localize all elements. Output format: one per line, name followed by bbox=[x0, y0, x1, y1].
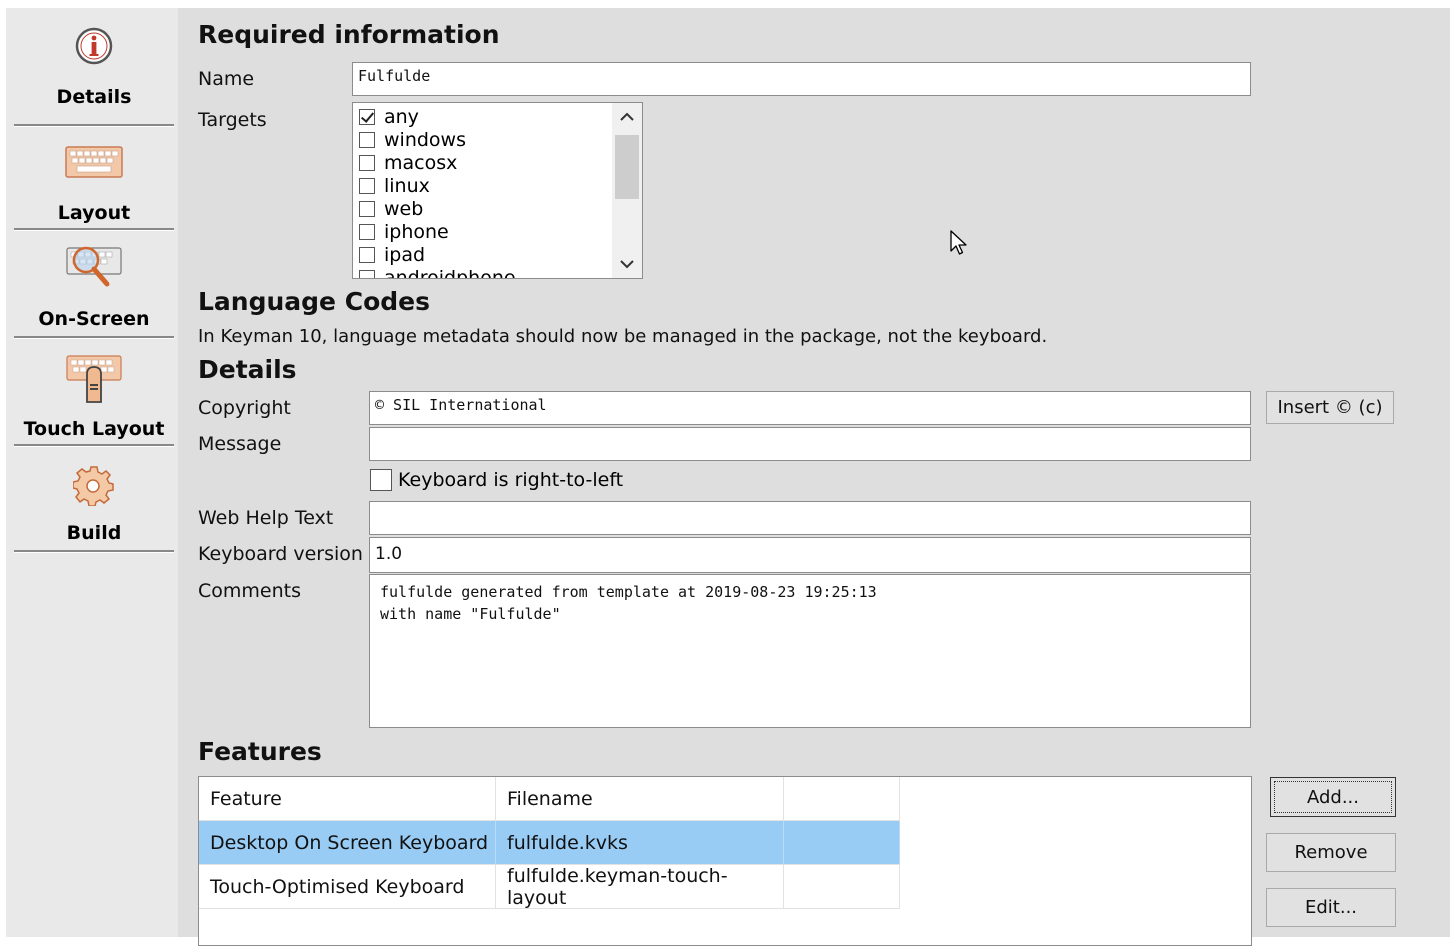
sidebar-item-on-screen[interactable]: On-Screen bbox=[14, 232, 174, 338]
message-label: Message bbox=[198, 433, 282, 455]
copyright-label: Copyright bbox=[198, 397, 291, 419]
target-checkbox[interactable] bbox=[359, 224, 375, 240]
sidebar-item-label: Details bbox=[56, 86, 132, 108]
target-label: web bbox=[384, 198, 424, 220]
sidebar-item-details[interactable]: Details bbox=[14, 8, 174, 126]
column-header-filename[interactable]: Filename bbox=[496, 777, 784, 821]
target-option-windows[interactable]: windows bbox=[359, 129, 466, 151]
details-heading: Details bbox=[198, 355, 297, 384]
gear-icon bbox=[73, 466, 114, 506]
rtl-label: Keyboard is right-to-left bbox=[398, 469, 624, 491]
scrollbar-thumb[interactable] bbox=[615, 135, 639, 199]
targets-scrollbar[interactable] bbox=[612, 103, 642, 278]
chevron-up-icon[interactable] bbox=[612, 103, 642, 131]
target-option-any[interactable]: any bbox=[359, 106, 419, 128]
sidebar-item-touch-layout[interactable]: Touch Layout bbox=[14, 340, 174, 446]
details-panel: Required information Name Fulfulde Targe… bbox=[178, 8, 1450, 946]
keyboard-version-field[interactable]: 1.0 bbox=[369, 537, 1251, 573]
chevron-down-icon[interactable] bbox=[612, 250, 642, 278]
info-icon bbox=[75, 27, 113, 65]
magnified-keyboard-icon bbox=[66, 246, 122, 287]
web-help-text-field[interactable] bbox=[369, 501, 1251, 535]
rtl-option[interactable]: Keyboard is right-to-left bbox=[370, 469, 623, 491]
sidebar-item-label: Touch Layout bbox=[23, 418, 165, 440]
features-table[interactable]: Feature Filename Desktop On Screen Keybo… bbox=[198, 776, 1252, 946]
target-option-linux[interactable]: linux bbox=[359, 175, 430, 197]
column-header-feature[interactable]: Feature bbox=[199, 777, 496, 821]
name-field[interactable]: Fulfulde bbox=[352, 62, 1251, 96]
target-option-macosx[interactable]: macosx bbox=[359, 152, 457, 174]
focus-rect bbox=[1274, 781, 1392, 813]
add-feature-button[interactable]: Add... bbox=[1270, 777, 1396, 817]
sidebar-item-label: Layout bbox=[57, 202, 131, 224]
target-label: androidphone bbox=[384, 267, 516, 279]
language-codes-note: In Keyman 10, language metadata should n… bbox=[198, 326, 1048, 347]
target-option-iphone[interactable]: iphone bbox=[359, 221, 449, 243]
copyright-field[interactable]: © SIL International bbox=[369, 391, 1251, 425]
column-header-blank bbox=[784, 777, 900, 821]
targets-checklist[interactable]: any windows macosx linux web iphone ipad… bbox=[352, 102, 643, 279]
touch-keyboard-icon bbox=[66, 355, 122, 403]
target-checkbox[interactable] bbox=[359, 270, 375, 278]
web-help-text-label: Web Help Text bbox=[198, 507, 334, 529]
target-option-web[interactable]: web bbox=[359, 198, 423, 220]
sidebar-item-label: Build bbox=[66, 522, 122, 544]
blank-cell bbox=[784, 821, 900, 865]
editor-sidebar: Details Layout On-Screen Touch Layout Bu… bbox=[6, 8, 178, 937]
comments-field[interactable]: fulfulde generated from template at 2019… bbox=[369, 574, 1251, 728]
rtl-checkbox[interactable] bbox=[370, 469, 392, 491]
mouse-pointer-icon bbox=[950, 230, 967, 255]
feature-cell: Touch-Optimised Keyboard bbox=[199, 865, 496, 909]
target-checkbox[interactable] bbox=[359, 109, 375, 125]
keyboard-version-label: Keyboard version bbox=[198, 543, 363, 565]
target-label: linux bbox=[384, 175, 430, 197]
target-option-ipad[interactable]: ipad bbox=[359, 244, 425, 266]
top-strip bbox=[0, 0, 1450, 8]
target-checkbox[interactable] bbox=[359, 132, 375, 148]
name-label: Name bbox=[198, 68, 255, 90]
features-heading: Features bbox=[198, 737, 322, 766]
blank-cell bbox=[784, 865, 900, 909]
sidebar-item-label: On-Screen bbox=[38, 308, 150, 330]
sidebar-item-layout[interactable]: Layout bbox=[14, 128, 174, 230]
insert-copyright-button[interactable]: Insert © (c) bbox=[1266, 391, 1394, 424]
target-label: any bbox=[384, 106, 419, 128]
remove-feature-button[interactable]: Remove bbox=[1266, 833, 1396, 872]
language-codes-heading: Language Codes bbox=[198, 287, 430, 316]
keyboard-icon bbox=[65, 146, 123, 178]
target-label: windows bbox=[384, 129, 466, 151]
target-label: macosx bbox=[384, 152, 458, 174]
feature-cell: Desktop On Screen Keyboard bbox=[199, 821, 496, 865]
target-checkbox[interactable] bbox=[359, 247, 375, 263]
filename-cell: fulfulde.keyman-touch-layout bbox=[496, 865, 784, 909]
sidebar-item-build[interactable]: Build bbox=[14, 448, 174, 552]
target-label: iphone bbox=[384, 221, 449, 243]
target-option-androidphone[interactable]: androidphone bbox=[359, 267, 516, 279]
message-field[interactable] bbox=[369, 427, 1251, 461]
target-checkbox[interactable] bbox=[359, 201, 375, 217]
keyboard-editor-details-page: Details Layout On-Screen Touch Layout Bu… bbox=[0, 0, 1450, 946]
target-checkbox[interactable] bbox=[359, 155, 375, 171]
targets-label: Targets bbox=[198, 109, 267, 131]
target-checkbox[interactable] bbox=[359, 178, 375, 194]
comments-label: Comments bbox=[198, 580, 301, 602]
target-label: ipad bbox=[384, 244, 426, 266]
required-information-heading: Required information bbox=[198, 20, 500, 49]
filename-cell: fulfulde.kvks bbox=[496, 821, 784, 865]
edit-feature-button[interactable]: Edit... bbox=[1266, 888, 1396, 927]
